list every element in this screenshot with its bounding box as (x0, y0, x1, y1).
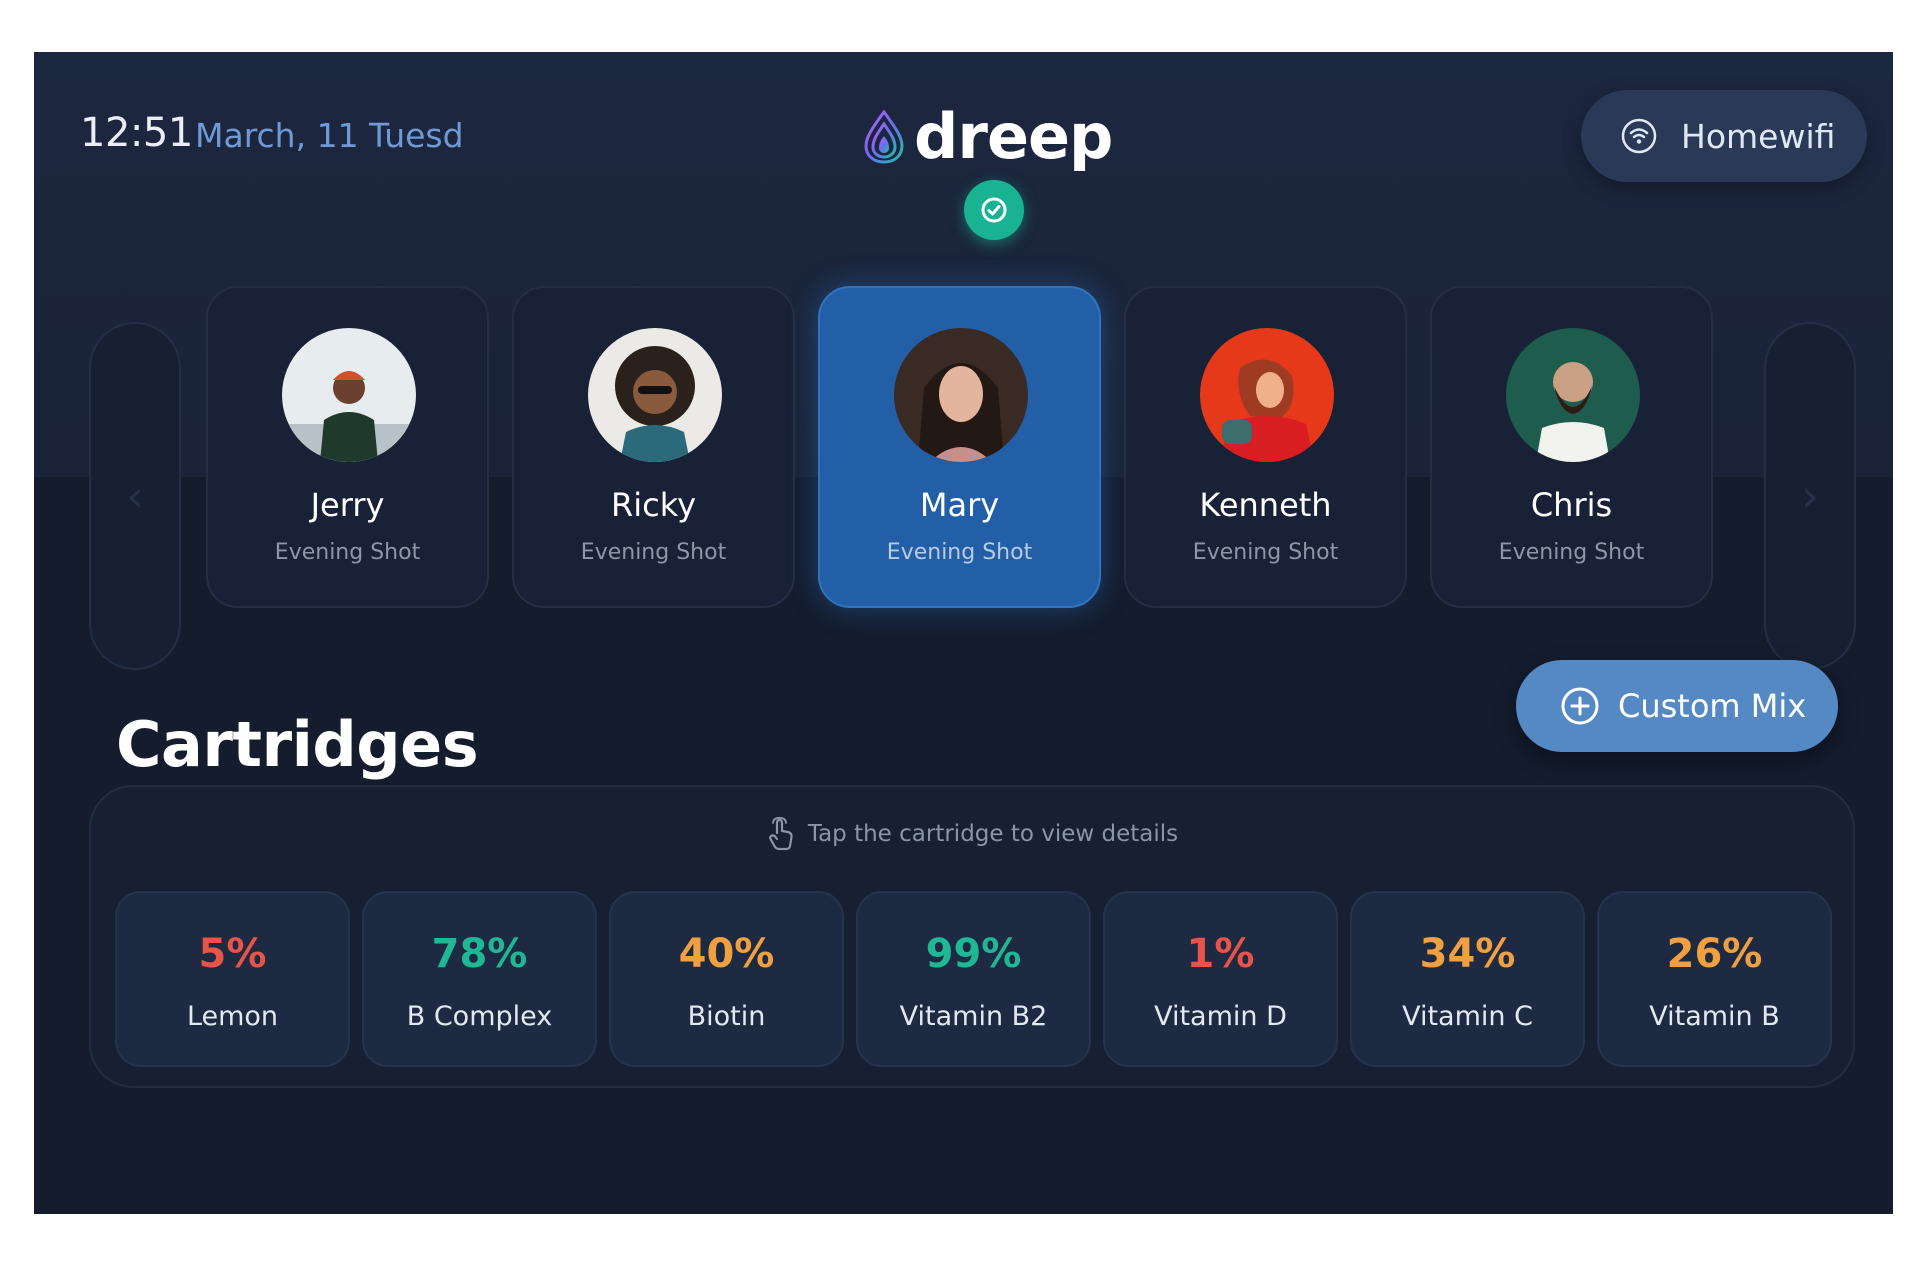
cartridge-name: Vitamin B (1649, 1001, 1780, 1032)
cartridge-name: Vitamin C (1402, 1001, 1533, 1032)
cartridges-panel: Tap the cartridge to view details 5% Lem… (89, 785, 1855, 1088)
chevron-left-icon: ‹ (126, 470, 144, 522)
profile-subtitle: Evening Shot (1498, 540, 1645, 565)
profile-card-mary[interactable]: Mary Evening Shot (818, 286, 1101, 608)
profile-card-ricky[interactable]: Ricky Evening Shot (512, 286, 795, 608)
custom-mix-button[interactable]: Custom Mix (1516, 660, 1838, 752)
chevron-right-icon: › (1801, 470, 1819, 522)
profile-name: Mary (919, 486, 1000, 524)
cartridge-percent: 40% (678, 931, 775, 977)
profile-name: Kenneth (1199, 486, 1332, 524)
profile-subtitle: Evening Shot (886, 540, 1033, 565)
cartridge-name: Vitamin B2 (899, 1001, 1048, 1032)
cartridge-percent: 5% (198, 931, 267, 977)
hint-text: Tap the cartridge to view details (807, 821, 1179, 847)
cartridge-name: Vitamin D (1154, 1001, 1287, 1032)
logo-drop-icon (864, 110, 904, 164)
cartridge-name: B Complex (406, 1001, 553, 1032)
cartridge-card-vitamin-c[interactable]: 34% Vitamin C (1350, 891, 1585, 1067)
cartridge-percent: 26% (1666, 931, 1763, 977)
wifi-label: Homewifi (1681, 116, 1836, 156)
profile-subtitle: Evening Shot (274, 540, 421, 565)
avatar (894, 328, 1028, 462)
logo-wordmark: dreep (914, 100, 1113, 173)
clock-date: March, 11 Tuesday (195, 116, 465, 155)
profile-card-kenneth[interactable]: Kenneth Evening Shot (1124, 286, 1407, 608)
clock-time: 12:51 (80, 110, 193, 156)
cartridges-title: Cartridges (116, 708, 479, 781)
avatar (1506, 328, 1640, 462)
profile-subtitle: Evening Shot (1192, 540, 1339, 565)
wifi-icon (1621, 118, 1657, 154)
plus-circle-icon (1561, 687, 1599, 725)
cartridges-hint: Tap the cartridge to view details (91, 817, 1853, 851)
cartridge-card-b-complex[interactable]: 78% B Complex (362, 891, 597, 1067)
carousel-next-button[interactable]: › (1764, 322, 1856, 670)
cartridge-name: Biotin (687, 1001, 766, 1032)
cartridge-card-vitamin-b2[interactable]: 99% Vitamin B2 (856, 891, 1091, 1067)
tap-hand-icon (768, 817, 793, 851)
profile-subtitle: Evening Shot (580, 540, 727, 565)
profile-card-jerry[interactable]: Jerry Evening Shot (206, 286, 489, 608)
cartridge-percent: 34% (1419, 931, 1516, 977)
cartridge-card-vitamin-d[interactable]: 1% Vitamin D (1103, 891, 1338, 1067)
avatar (1200, 328, 1334, 462)
custom-mix-label: Custom Mix (1618, 687, 1807, 725)
avatar (282, 328, 416, 462)
app-logo: dreep (864, 100, 1113, 240)
cartridge-percent: 99% (925, 931, 1022, 977)
cartridge-name: Lemon (186, 1001, 279, 1032)
profile-card-chris[interactable]: Chris Evening Shot (1430, 286, 1713, 608)
profile-name: Ricky (610, 486, 697, 524)
connected-check-icon (964, 180, 1024, 240)
app-screen: 12:51 March, 11 Tuesday dreep (34, 52, 1893, 1214)
cartridge-card-biotin[interactable]: 40% Biotin (609, 891, 844, 1067)
cartridge-card-lemon[interactable]: 5% Lemon (115, 891, 350, 1067)
wifi-button[interactable]: Homewifi (1581, 90, 1867, 182)
profile-name: Jerry (310, 486, 385, 524)
cartridge-card-vitamin-b[interactable]: 26% Vitamin B (1597, 891, 1832, 1067)
carousel-prev-button[interactable]: ‹ (89, 322, 181, 670)
avatar (588, 328, 722, 462)
profile-name: Chris (1530, 486, 1613, 524)
cartridge-percent: 78% (431, 931, 528, 977)
cartridge-percent: 1% (1186, 931, 1255, 977)
